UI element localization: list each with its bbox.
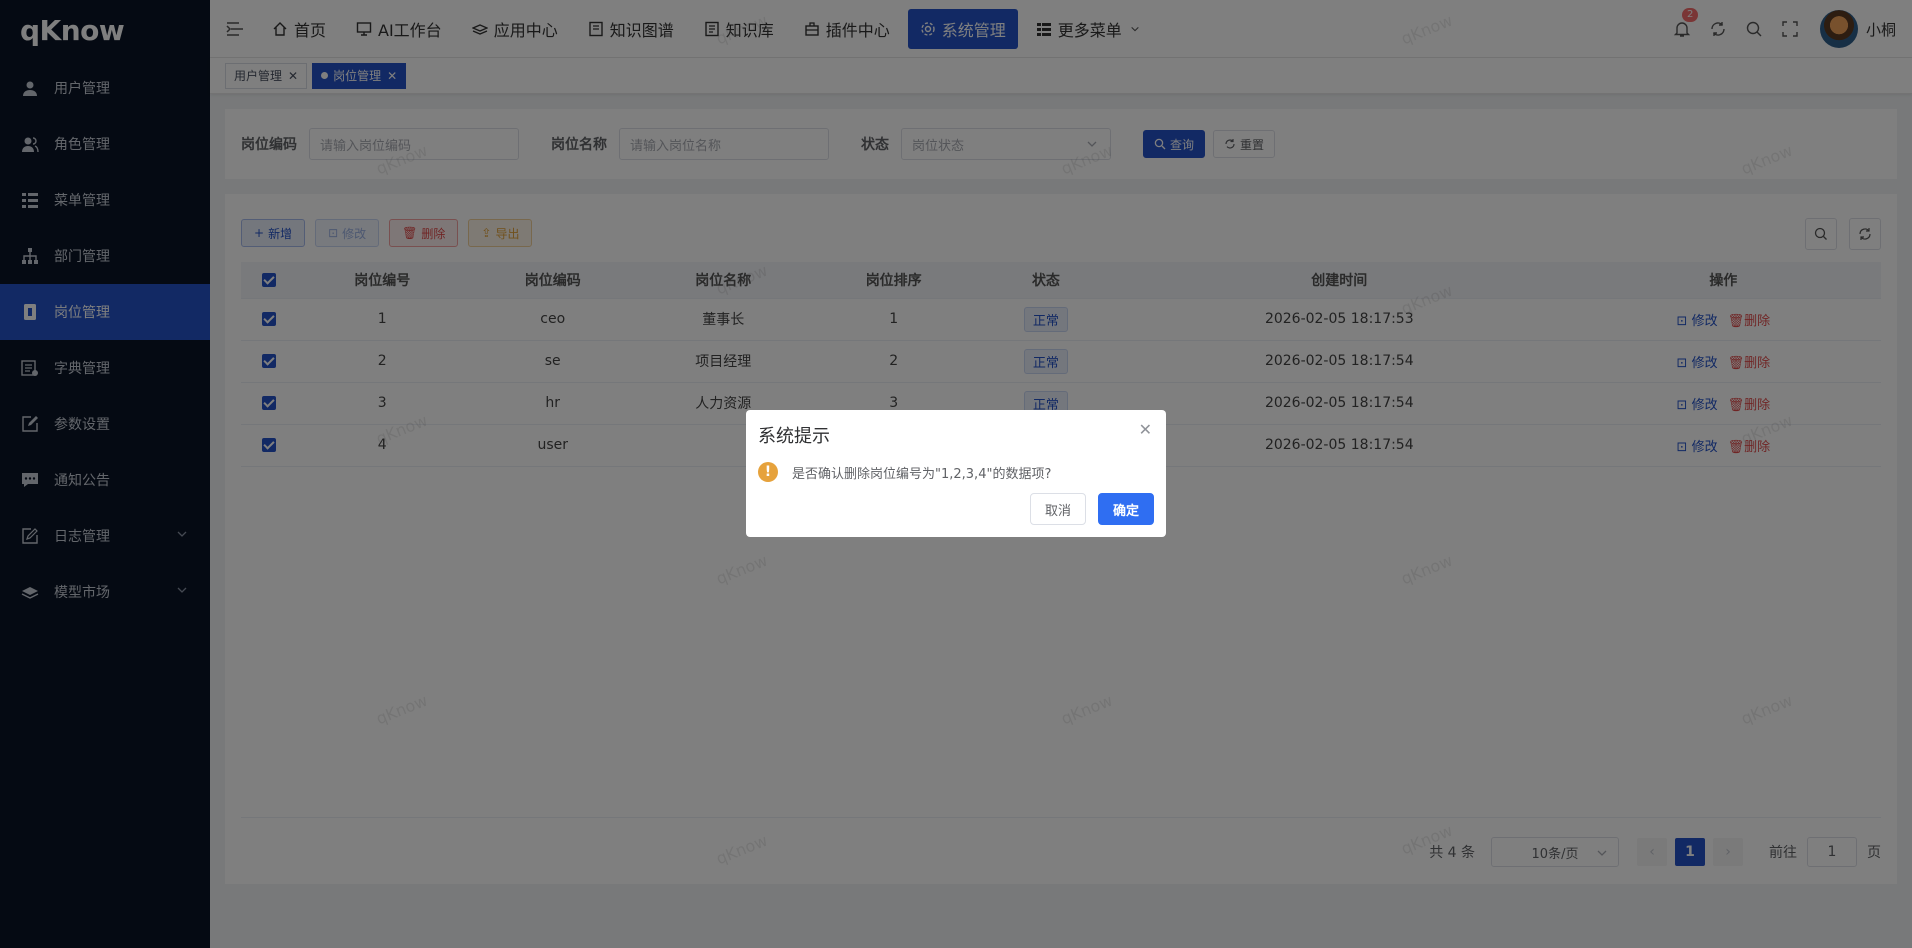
dialog-message: 是否确认删除岗位编号为"1,2,3,4"的数据项? xyxy=(792,466,1052,482)
dialog-footer: 取消 确定 xyxy=(1018,493,1154,525)
dialog-title: 系统提示 xyxy=(758,426,830,447)
close-icon[interactable]: ✕ xyxy=(1139,420,1152,439)
confirm-dialog: 系统提示 ✕ ! 是否确认删除岗位编号为"1,2,3,4"的数据项? 取消 确定 xyxy=(746,410,1166,537)
dialog-body: ! 是否确认删除岗位编号为"1,2,3,4"的数据项? xyxy=(758,462,1154,482)
confirm-button[interactable]: 确定 xyxy=(1097,493,1154,525)
warning-icon: ! xyxy=(758,462,778,482)
cancel-button[interactable]: 取消 xyxy=(1029,493,1086,525)
